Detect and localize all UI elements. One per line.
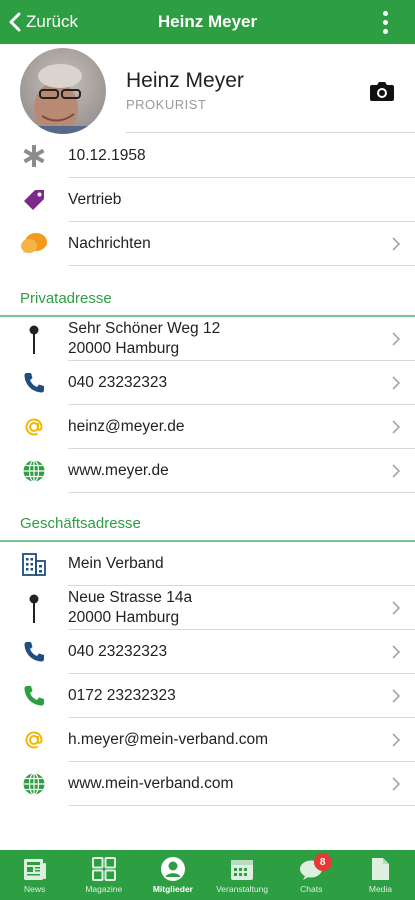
- camera-icon[interactable]: [369, 80, 395, 102]
- profile-header: Heinz Meyer PROKURIST: [0, 44, 415, 134]
- business-website-row[interactable]: www.mein-verband.com: [0, 762, 415, 806]
- at-sign-icon: [20, 413, 48, 441]
- chevron-right-icon: [392, 237, 401, 251]
- calendar-icon: [231, 860, 254, 880]
- pin-icon: [20, 325, 48, 354]
- birthday-value: 10.12.1958: [68, 147, 146, 164]
- birthday-row: 10.12.1958: [0, 134, 415, 178]
- business-address-row[interactable]: Neue Strasse 14a 20000 Hamburg: [0, 586, 415, 630]
- messages-row[interactable]: Nachrichten: [0, 222, 415, 266]
- private-website: www.meyer.de: [68, 462, 169, 479]
- at-sign-icon: [20, 726, 48, 754]
- news-icon: [23, 859, 46, 880]
- divider: [68, 265, 415, 266]
- private-phone: 040 23232323: [68, 374, 168, 391]
- person-icon: [160, 857, 185, 881]
- section-title-private: Privatadresse: [20, 290, 112, 307]
- divider: [126, 132, 415, 133]
- business-mobile-row[interactable]: 0172 23232323: [0, 674, 415, 718]
- nav-item-events[interactable]: Veranstaltung: [208, 850, 277, 900]
- chevron-right-icon: [392, 376, 401, 390]
- business-mobile: 0172 23232323: [68, 687, 176, 704]
- phone-icon: [20, 638, 48, 666]
- business-email-row[interactable]: h.meyer@mein-verband.com: [0, 718, 415, 762]
- profile-name: Heinz Meyer: [126, 69, 244, 92]
- grid-icon: [91, 857, 116, 881]
- more-options-button[interactable]: [375, 0, 395, 44]
- nav-label: News: [23, 884, 46, 894]
- private-address-row[interactable]: Sehr Schöner Weg 12 20000 Hamburg: [0, 317, 415, 361]
- chevron-left-icon: [9, 12, 21, 32]
- company-row: Mein Verband: [0, 542, 415, 586]
- business-street: Neue Strasse 14a: [68, 589, 193, 606]
- nav-item-magazine[interactable]: Magazine: [69, 850, 138, 900]
- chevron-right-icon: [392, 733, 401, 747]
- company-name: Mein Verband: [68, 555, 164, 572]
- bottom-navigation: News Magazine Mitglieder Veranstaltung 8…: [0, 850, 415, 900]
- chevron-right-icon: [392, 420, 401, 434]
- nav-label: Chats: [300, 884, 323, 894]
- nav-item-media[interactable]: Media: [346, 850, 415, 900]
- chevron-right-icon: [392, 689, 401, 703]
- asterisk-icon: [20, 142, 48, 170]
- tag-icon: [20, 186, 48, 214]
- business-city: 20000 Hamburg: [68, 609, 180, 626]
- business-phone-row[interactable]: 040 23232323: [0, 630, 415, 674]
- divider: [68, 805, 415, 806]
- mobile-phone-icon: [20, 682, 48, 710]
- back-button[interactable]: Zurück: [8, 0, 78, 44]
- more-dot-icon: [382, 10, 388, 16]
- divider: [68, 492, 415, 493]
- department-row: Vertrieb: [0, 178, 415, 222]
- document-icon: [372, 858, 390, 880]
- chevron-right-icon: [392, 601, 401, 615]
- nav-label: Media: [368, 884, 393, 894]
- private-city: 20000 Hamburg: [68, 340, 180, 357]
- messages-label: Nachrichten: [68, 235, 151, 252]
- nav-item-chats[interactable]: 8 Chats: [277, 850, 346, 900]
- nav-label: Veranstaltung: [216, 884, 269, 894]
- more-dot-icon: [382, 19, 388, 25]
- business-website: www.mein-verband.com: [68, 775, 234, 792]
- section-title-business: Geschäftsadresse: [20, 515, 141, 532]
- more-dot-icon: [382, 28, 388, 34]
- private-email-row[interactable]: heinz@meyer.de: [0, 405, 415, 449]
- chevron-right-icon: [392, 645, 401, 659]
- chevron-right-icon: [392, 777, 401, 791]
- globe-icon: [20, 457, 48, 485]
- private-street: Sehr Schöner Weg 12: [68, 320, 221, 337]
- chevron-right-icon: [392, 332, 401, 346]
- department-value: Vertrieb: [68, 191, 122, 208]
- nav-item-members[interactable]: Mitglieder: [138, 850, 207, 900]
- unread-badge: 8: [313, 853, 332, 871]
- private-email: heinz@meyer.de: [68, 418, 185, 435]
- globe-icon: [20, 770, 48, 798]
- phone-icon: [20, 369, 48, 397]
- avatar[interactable]: [20, 48, 106, 134]
- nav-item-news[interactable]: News: [0, 850, 69, 900]
- top-bar: Zurück Heinz Meyer: [0, 0, 415, 44]
- private-phone-row[interactable]: 040 23232323: [0, 361, 415, 405]
- nav-label: Mitglieder: [152, 884, 193, 894]
- pin-icon: [20, 594, 48, 623]
- building-icon: [20, 550, 48, 578]
- back-label: Zurück: [26, 12, 78, 31]
- private-website-row[interactable]: www.meyer.de: [0, 449, 415, 493]
- profile-role: PROKURIST: [126, 97, 207, 112]
- page-title: Heinz Meyer: [157, 12, 258, 31]
- business-phone: 040 23232323: [68, 643, 168, 660]
- nav-label: Magazine: [85, 884, 123, 894]
- chevron-right-icon: [392, 464, 401, 478]
- chat-bubble-icon: [20, 230, 48, 258]
- business-email: h.meyer@mein-verband.com: [68, 731, 269, 748]
